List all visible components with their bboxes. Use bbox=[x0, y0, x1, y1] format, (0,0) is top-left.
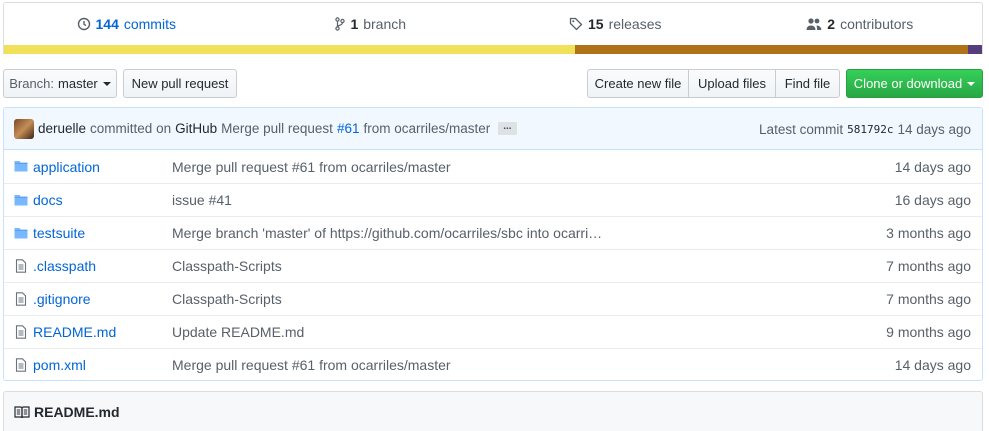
file-icon bbox=[15, 325, 27, 339]
file-name-link[interactable]: pom.xml bbox=[33, 357, 86, 373]
file-list: application Merge pull request #61 from … bbox=[4, 150, 982, 380]
file-name-link[interactable]: README.md bbox=[33, 324, 116, 340]
file-commit-message[interactable]: Classpath-Scripts bbox=[172, 291, 282, 307]
readme-title[interactable]: README.md bbox=[34, 404, 120, 420]
file-commit-message[interactable]: Merge branch 'master' of https://github.… bbox=[172, 225, 602, 241]
clone-or-download-label: Clone or download bbox=[853, 76, 963, 91]
file-icon bbox=[15, 259, 27, 273]
commits-link[interactable]: 144 commits bbox=[4, 16, 249, 32]
branch-prefix: Branch: bbox=[9, 76, 55, 91]
latest-commit-label: Latest commit bbox=[759, 121, 844, 137]
clone-or-download-button[interactable]: Clone or download bbox=[846, 69, 983, 98]
file-icon bbox=[15, 292, 27, 306]
folder-icon bbox=[14, 161, 28, 172]
commit-age: 14 days ago bbox=[897, 121, 971, 137]
find-file-button[interactable]: Find file bbox=[775, 69, 840, 98]
expand-commit-button[interactable]: ... bbox=[498, 122, 517, 135]
file-name-link[interactable]: application bbox=[33, 159, 100, 175]
folder-icon bbox=[14, 195, 28, 206]
releases-link[interactable]: 15 releases bbox=[493, 16, 738, 32]
avatar[interactable] bbox=[14, 118, 34, 139]
folder-icon bbox=[14, 228, 28, 239]
file-name-link[interactable]: testsuite bbox=[33, 225, 85, 241]
file-commit-message[interactable]: issue #41 bbox=[172, 192, 232, 208]
commit-sha-link[interactable]: 581792c bbox=[847, 123, 893, 136]
file-age: 14 days ago bbox=[894, 158, 971, 175]
language-segment bbox=[4, 45, 576, 54]
commit-author[interactable]: deruelle bbox=[38, 121, 86, 136]
latest-commit-bar: deruelle committed on GitHub Merge pull … bbox=[4, 108, 982, 150]
branches-label: branch bbox=[363, 16, 407, 32]
latest-commit-info: Latest commit 581792c 14 days ago bbox=[759, 108, 971, 150]
file-name-link[interactable]: .gitignore bbox=[33, 291, 91, 307]
releases-count: 15 bbox=[588, 16, 604, 32]
file-row[interactable]: .classpath Classpath-Scripts 7 months ag… bbox=[4, 249, 982, 282]
file-row[interactable]: testsuite Merge branch 'master' of https… bbox=[4, 216, 982, 249]
language-bar[interactable] bbox=[4, 45, 982, 54]
file-row[interactable]: docs issue #41 16 days ago bbox=[4, 183, 982, 216]
contributors-link[interactable]: 2 contributors bbox=[738, 16, 983, 32]
contributors-count: 2 bbox=[827, 16, 836, 32]
file-name-link[interactable]: .classpath bbox=[33, 258, 96, 274]
new-pull-request-button[interactable]: New pull request bbox=[123, 69, 237, 98]
commit-action: committed on bbox=[90, 121, 172, 136]
file-commit-message[interactable]: Merge pull request #61 from ocarriles/ma… bbox=[172, 159, 451, 175]
history-icon bbox=[77, 17, 90, 31]
book-icon bbox=[14, 405, 30, 418]
repo-summary: 144 commits 1 branch 15 releases 2 contr… bbox=[3, 2, 983, 54]
file-age: 7 months ago bbox=[886, 258, 971, 274]
commit-message-prefix[interactable]: Merge pull request bbox=[221, 121, 333, 136]
file-name-link[interactable]: docs bbox=[33, 192, 63, 208]
commit-committer[interactable]: GitHub bbox=[175, 121, 217, 136]
branches-count: 1 bbox=[350, 16, 359, 32]
caret-down-icon bbox=[967, 82, 976, 86]
commits-count: 144 bbox=[95, 16, 119, 32]
file-row[interactable]: README.md Update README.md 9 months ago bbox=[4, 315, 982, 348]
file-commit-message[interactable]: Merge pull request #61 from ocarriles/ma… bbox=[172, 357, 451, 373]
file-age: 3 months ago bbox=[886, 225, 971, 241]
branches-link[interactable]: 1 branch bbox=[249, 16, 494, 32]
file-commit-message[interactable]: Update README.md bbox=[172, 324, 304, 340]
file-row[interactable]: .gitignore Classpath-Scripts 7 months ag… bbox=[4, 282, 982, 315]
file-age: 7 months ago bbox=[886, 291, 971, 307]
language-segment bbox=[968, 45, 982, 54]
readme-header: README.md bbox=[3, 391, 983, 431]
upload-files-button[interactable]: Upload files bbox=[688, 69, 776, 98]
releases-label: releases bbox=[608, 16, 662, 32]
file-commit-message[interactable]: Classpath-Scripts bbox=[172, 258, 282, 274]
commits-label: commits bbox=[123, 16, 176, 32]
branch-icon bbox=[335, 17, 346, 31]
file-row[interactable]: pom.xml Merge pull request #61 from ocar… bbox=[4, 348, 982, 380]
caret-down-icon bbox=[102, 82, 111, 86]
tag-icon bbox=[569, 17, 583, 31]
file-table: deruelle committed on GitHub Merge pull … bbox=[3, 107, 983, 381]
file-row[interactable]: application Merge pull request #61 from … bbox=[4, 150, 982, 183]
file-age: 9 months ago bbox=[886, 324, 971, 340]
pull-request-link[interactable]: #61 bbox=[337, 121, 360, 136]
people-icon bbox=[806, 18, 822, 30]
file-navigation: Branch: master New pull request Create n… bbox=[3, 69, 983, 98]
file-age: 14 days ago bbox=[894, 357, 971, 373]
language-segment bbox=[575, 45, 969, 54]
commit-message-suffix[interactable]: from ocarriles/master bbox=[363, 121, 490, 136]
create-new-file-button[interactable]: Create new file bbox=[587, 69, 689, 98]
contributors-label: contributors bbox=[840, 16, 914, 32]
file-age: 16 days ago bbox=[894, 192, 971, 208]
branch-name: master bbox=[58, 76, 98, 91]
branch-select-button[interactable]: Branch: master bbox=[3, 69, 117, 98]
file-icon bbox=[15, 358, 27, 372]
